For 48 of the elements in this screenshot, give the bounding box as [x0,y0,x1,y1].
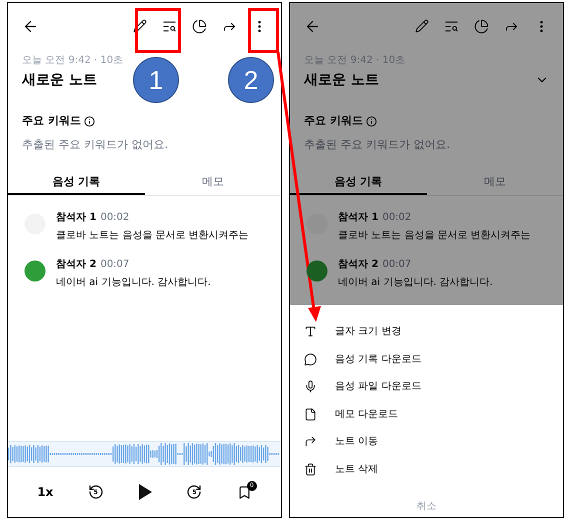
playback-speed[interactable]: 1x [37,483,54,501]
menu-item[interactable]: 글자 크기 변경 [290,318,563,346]
trash-icon [304,462,317,476]
menu-item[interactable]: 노트 이동 [290,428,563,456]
tab[interactable]: 음성 기록 [290,169,426,195]
microphone-icon [304,380,317,394]
highlight-frame [248,8,279,53]
speaker-name: 참석자 1 [338,211,378,225]
turn-arrow-icon [304,435,317,448]
speaker-name: 참석자 2 [338,258,378,272]
speaker-name: 참석자 2 [56,258,96,272]
text-icon [304,325,317,338]
keywords-heading: 주요 키워드 [304,113,363,129]
timestamp: 00:07 [382,258,412,272]
timestamp: 00:02 [382,211,412,225]
pencil-icon[interactable] [133,19,147,33]
menu-item[interactable]: 음성 파일 다운로드 [290,373,563,400]
timestamp: 00:07 [100,258,130,272]
pie-chart-icon[interactable] [474,18,489,34]
pie-chart-icon[interactable] [192,18,207,34]
chat-bubble-icon [304,352,317,366]
tab[interactable]: 음성 기록 [8,169,144,195]
menu-item[interactable]: 음성 기록 다운로드 [290,346,563,373]
timestamp: 00:02 [100,211,130,225]
note-title: 새로운 노트 [304,71,379,90]
bookmark-icon[interactable] [236,484,252,500]
menu-item[interactable]: 메모 다운로드 [290,400,563,428]
tab[interactable]: 메모 [144,169,281,195]
keywords-heading: 주요 키워드 [22,113,81,129]
note-title: 새로운 노트 [22,71,97,90]
keywords-empty-message: 추출된 주요 키워드가 없어요. [22,136,169,152]
note-timestamp: 오늘 오전 9:42 · 10초 [22,54,124,68]
transcript-text: 네이버 ai 기능입니다. 감사합니다. [338,276,493,290]
text-search-icon[interactable] [444,18,459,34]
info-icon[interactable] [366,116,377,127]
transcript-text: 네이버 ai 기능입니다. 감사합니다. [56,276,211,290]
transcript-text: 클로바 노트는 음성을 문서로 변환시켜주는 [338,229,531,243]
text-search-icon[interactable] [162,18,177,34]
pencil-icon[interactable] [415,19,429,33]
info-icon[interactable] [84,116,95,127]
document-icon [304,408,317,421]
keywords-empty-message: 추출된 주요 키워드가 없어요. [304,136,451,152]
highlight-frame [135,8,181,53]
transcript-text: 클로바 노트는 음성을 문서로 변환시켜주는 [56,229,249,243]
play-icon[interactable] [138,484,152,500]
speaker-name: 참석자 1 [56,211,96,225]
note-timestamp: 오늘 오전 9:42 · 10초 [304,54,406,68]
menu-item[interactable]: 노트 삭제 [290,456,563,483]
